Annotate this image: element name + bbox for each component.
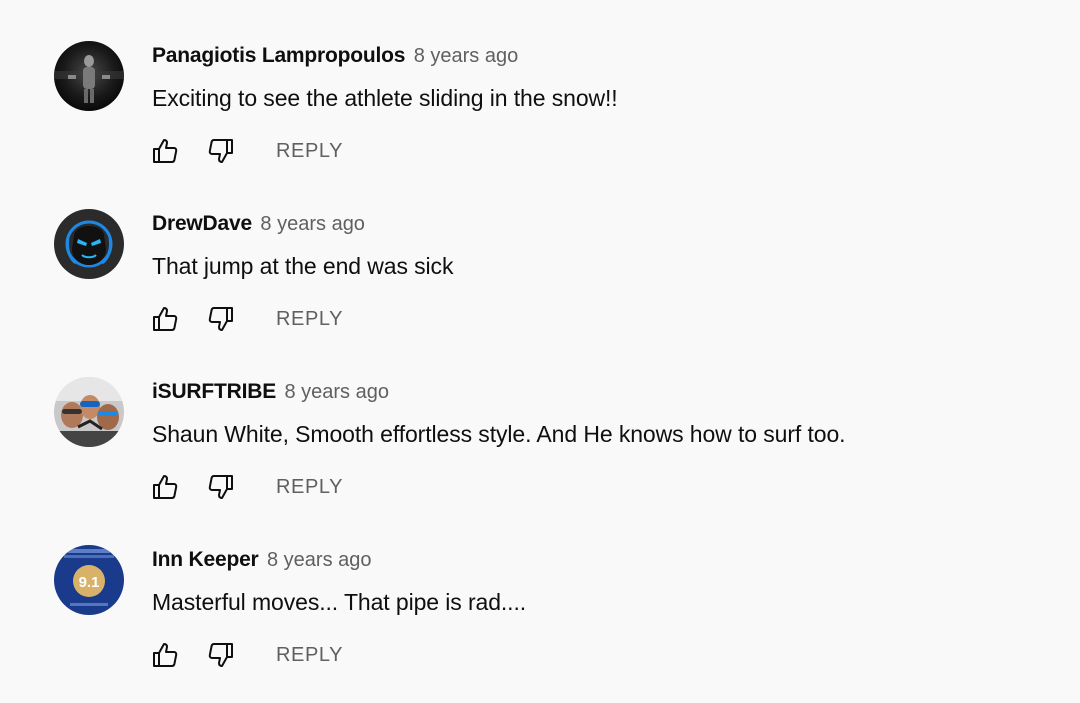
group-photo-avatar-icon xyxy=(54,377,124,447)
thumbs-up-icon xyxy=(153,643,178,667)
reply-button[interactable]: REPLY xyxy=(276,305,343,333)
like-button[interactable] xyxy=(150,137,180,165)
published-time[interactable]: 8 years ago xyxy=(260,213,365,235)
comment-thread: iSURFTRIBE 8 years ago Shaun White, Smoo… xyxy=(0,377,1080,545)
thumbs-down-icon xyxy=(208,643,233,667)
comment-text: Exciting to see the athlete sliding in t… xyxy=(152,85,618,111)
gamer-logo-avatar-icon xyxy=(54,209,124,279)
comment-text: Masterful moves... That pipe is rad.... xyxy=(152,589,527,615)
avatar[interactable] xyxy=(54,377,124,447)
thumbs-up-icon xyxy=(153,139,178,163)
avatar[interactable] xyxy=(54,209,124,279)
author-name[interactable]: Panagiotis Lampropoulos xyxy=(152,44,405,67)
like-button[interactable] xyxy=(150,305,180,333)
comment-text: That jump at the end was sick xyxy=(152,253,454,279)
dislike-button[interactable] xyxy=(206,473,236,501)
avatar[interactable] xyxy=(54,41,124,111)
like-button[interactable] xyxy=(150,473,180,501)
thumbs-up-icon xyxy=(153,475,178,499)
comment-actions: REPLY xyxy=(150,641,343,669)
dislike-button[interactable] xyxy=(206,305,236,333)
reply-button[interactable]: REPLY xyxy=(276,137,343,165)
comment-thread: 9.1 Inn Keeper 8 years ago Masterful mov… xyxy=(0,545,1080,703)
dislike-button[interactable] xyxy=(206,137,236,165)
reply-button[interactable]: REPLY xyxy=(276,641,343,669)
badge-avatar-icon: 9.1 xyxy=(54,545,124,615)
avatar-badge-text: 9.1 xyxy=(79,574,100,591)
comment-header: DrewDave 8 years ago xyxy=(152,211,365,239)
comment-actions: REPLY xyxy=(150,305,343,333)
like-button[interactable] xyxy=(150,641,180,669)
thumbs-down-icon xyxy=(208,307,233,331)
published-time[interactable]: 8 years ago xyxy=(284,381,389,403)
comment-actions: REPLY xyxy=(150,137,343,165)
comment-thread: Panagiotis Lampropoulos 8 years ago Exci… xyxy=(0,41,1080,209)
avatar[interactable]: 9.1 xyxy=(54,545,124,615)
dark-photo-avatar-icon xyxy=(54,41,124,111)
author-name[interactable]: Inn Keeper xyxy=(152,548,259,571)
published-time[interactable]: 8 years ago xyxy=(414,45,519,67)
comments-section: Panagiotis Lampropoulos 8 years ago Exci… xyxy=(0,0,1080,703)
comment-text: Shaun White, Smooth effortless style. An… xyxy=(152,421,846,447)
thumbs-up-icon xyxy=(153,307,178,331)
author-name[interactable]: DrewDave xyxy=(152,212,252,235)
comment-header: Inn Keeper 8 years ago xyxy=(152,547,372,575)
thumbs-down-icon xyxy=(208,475,233,499)
comment-actions: REPLY xyxy=(150,473,343,501)
comment-thread: DrewDave 8 years ago That jump at the en… xyxy=(0,209,1080,377)
reply-button[interactable]: REPLY xyxy=(276,473,343,501)
thumbs-down-icon xyxy=(208,139,233,163)
dislike-button[interactable] xyxy=(206,641,236,669)
published-time[interactable]: 8 years ago xyxy=(267,549,372,571)
author-name[interactable]: iSURFTRIBE xyxy=(152,380,276,403)
comment-header: iSURFTRIBE 8 years ago xyxy=(152,379,389,407)
comment-header: Panagiotis Lampropoulos 8 years ago xyxy=(152,43,518,71)
